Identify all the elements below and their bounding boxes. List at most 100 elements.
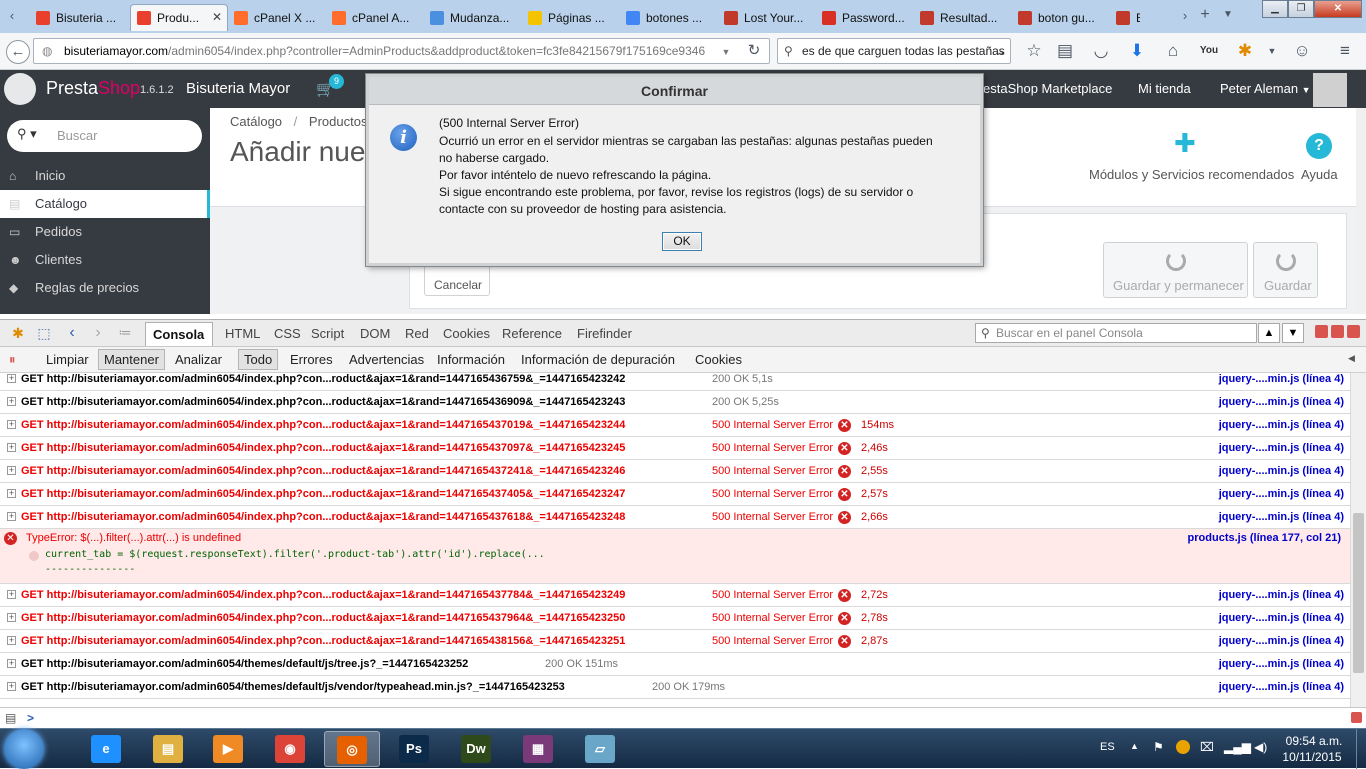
browser-tab[interactable]: Lost Your... [718, 4, 816, 31]
tab-close-icon[interactable]: ✕ [212, 10, 222, 24]
downloads-icon[interactable]: ⬇ [1127, 41, 1147, 61]
network-request-row[interactable]: + GET http://bisuteriamayor.com/admin6054… [0, 676, 1350, 699]
network-request-row[interactable]: + GET http://bisuteriamayor.com/admin6054… [0, 414, 1350, 437]
menu-icon[interactable]: ≡ [1335, 41, 1355, 61]
taskbar-app-button[interactable]: e [78, 731, 134, 767]
request-source-link[interactable]: jquery-....min.js (línea 4) [1219, 368, 1344, 390]
console-filter-button[interactable]: Cookies [695, 352, 742, 367]
reload-icon[interactable]: ↻ [744, 41, 764, 61]
firebug-close-button[interactable] [1347, 325, 1360, 338]
maximize-button[interactable]: ❐ [1288, 0, 1314, 18]
console-filter-button[interactable]: Errores [290, 352, 333, 367]
my-shop-link[interactable]: Mi tienda [1138, 81, 1191, 96]
back-arrow-icon[interactable]: ‹ [62, 323, 82, 343]
request-source-link[interactable]: jquery-....min.js (línea 4) [1219, 653, 1344, 675]
network-request-row[interactable]: + GET http://bisuteriamayor.com/admin6054… [0, 483, 1350, 506]
expand-icon[interactable]: + [7, 512, 16, 521]
error-count-icon[interactable] [1351, 712, 1362, 723]
console-filter-button[interactable]: Todo [238, 349, 279, 370]
browser-tab[interactable]: B [1110, 4, 1140, 31]
taskbar-app-button[interactable]: ◉ [262, 731, 318, 767]
browser-tab[interactable]: Resultad... [914, 4, 1012, 31]
console-filter-button[interactable]: Limpiar [46, 352, 89, 367]
clock-date[interactable]: 10/11/2015 [1278, 750, 1346, 764]
network-request-row[interactable]: + GET http://bisuteriamayor.com/admin6054… [0, 391, 1350, 414]
request-source-link[interactable]: jquery-....min.js (línea 4) [1219, 676, 1344, 698]
youtube-icon[interactable]: You [1199, 41, 1219, 61]
bookmarks-list-icon[interactable]: ▤ [1055, 41, 1075, 61]
search-down-button[interactable]: ▼ [1282, 323, 1304, 343]
network-request-row[interactable]: + GET http://bisuteriamayor.com/admin6054… [0, 607, 1350, 630]
firebug-dropdown-icon[interactable]: ▼ [1262, 41, 1282, 61]
sidebar-item[interactable]: ▤ Catálogo [0, 190, 210, 218]
expand-icon[interactable]: + [7, 374, 16, 383]
pocket-icon[interactable]: ◡ [1091, 41, 1111, 61]
console-filter-button[interactable]: Analizar [175, 352, 222, 367]
request-source-link[interactable]: jquery-....min.js (línea 4) [1219, 584, 1344, 606]
sidebar-item[interactable]: ☻ Clientes [0, 246, 210, 274]
browser-tab[interactable]: Mudanza... [424, 4, 522, 31]
taskbar-app-button[interactable]: ▶ [200, 731, 256, 767]
bookmark-star-icon[interactable]: ☆ [1024, 41, 1044, 61]
request-source-link[interactable]: jquery-....min.js (línea 4) [1219, 506, 1344, 528]
firebug-tab[interactable]: Reference [502, 326, 562, 341]
console-filter-button[interactable]: Información [437, 352, 505, 367]
sidebar-search[interactable]: ⚲ ▾ Buscar [7, 120, 202, 152]
browser-tab[interactable]: boton gu... [1012, 4, 1110, 31]
browser-tab[interactable]: botones ... [620, 4, 718, 31]
puzzle-icon[interactable]: ✚ [1174, 128, 1196, 159]
expand-icon[interactable]: + [7, 659, 16, 668]
firebug-detach-button[interactable] [1331, 325, 1344, 338]
marketplace-link[interactable]: estaShop Marketplace [983, 81, 1112, 96]
type-error-entry[interactable]: ✕ TypeError: $(...).filter(...).attr(...… [0, 529, 1350, 584]
show-desktop-button[interactable] [1356, 729, 1366, 769]
request-source-link[interactable]: jquery-....min.js (línea 4) [1219, 607, 1344, 629]
site-identity-icon[interactable]: ◍ [42, 39, 52, 63]
back-button[interactable]: ← [6, 40, 30, 64]
expand-icon[interactable]: + [7, 682, 16, 691]
taskbar-app-button[interactable]: ▱ [572, 731, 628, 767]
scrollbar-thumb[interactable] [1353, 513, 1364, 673]
network-request-row[interactable]: + GET http://bisuteriamayor.com/admin6054… [0, 368, 1350, 391]
breadcrumb-catalog[interactable]: Catálogo [230, 114, 282, 129]
network-request-row[interactable]: + GET http://bisuteriamayor.com/admin6054… [0, 584, 1350, 607]
request-source-link[interactable]: jquery-....min.js (línea 4) [1219, 630, 1344, 652]
sidebar-item[interactable]: ▭ Pedidos [0, 218, 210, 246]
help-icon[interactable]: ? [1306, 133, 1332, 159]
new-tab-icon[interactable]: + [1195, 5, 1215, 25]
close-window-button[interactable]: ✕ [1314, 0, 1362, 18]
network-request-row[interactable]: + GET http://bisuteriamayor.com/admin6054… [0, 460, 1350, 483]
shop-name[interactable]: Bisuteria Mayor [186, 80, 290, 97]
browser-tab[interactable]: Password... [816, 4, 914, 31]
command-editor-icon[interactable]: ≔ [115, 323, 135, 343]
breadcrumb-products[interactable]: Productos [309, 114, 368, 129]
search-up-button[interactable]: ▲ [1258, 323, 1280, 343]
sidebar-item[interactable]: ◆ Reglas de precios [0, 274, 210, 302]
taskbar-app-button[interactable]: Ps [386, 731, 442, 767]
inspect-icon[interactable]: ⬚ [34, 323, 54, 343]
taskbar-app-button[interactable]: ▦ [510, 731, 566, 767]
expand-icon[interactable]: + [7, 397, 16, 406]
search-icon[interactable]: ⚲ ▾ [17, 126, 37, 142]
expand-icon[interactable]: + [7, 590, 16, 599]
firebug-tab[interactable]: CSS [274, 326, 301, 341]
browser-tab[interactable]: cPanel X ... [228, 4, 326, 31]
language-indicator[interactable]: ES [1100, 741, 1115, 753]
network-request-row[interactable]: + GET http://bisuteriamayor.com/admin6054… [0, 630, 1350, 653]
clock-time[interactable]: 09:54 a.m. [1282, 734, 1346, 748]
firebug-tab[interactable]: Cookies [443, 326, 490, 341]
expand-icon[interactable]: + [7, 466, 16, 475]
firebug-tab[interactable]: DOM [360, 326, 390, 341]
forward-arrow-icon[interactable]: › [88, 323, 108, 343]
url-dropdown-icon[interactable]: ▼ [716, 42, 736, 62]
expand-icon[interactable]: + [7, 420, 16, 429]
scroll-toggle-icon[interactable]: ◀ [1348, 353, 1355, 364]
prestashop-brand[interactable]: PrestaShop [46, 78, 140, 99]
firebug-search-input[interactable]: ⚲ Buscar en el panel Consola [975, 323, 1257, 343]
user-menu[interactable]: Peter Aleman ▼ [1220, 81, 1311, 96]
tab-list-icon[interactable]: ▼ [1218, 5, 1238, 25]
firebug-tab[interactable]: Firefinder [577, 326, 632, 341]
expand-icon[interactable]: + [7, 489, 16, 498]
taskbar-app-button[interactable]: Dw [448, 731, 504, 767]
command-line[interactable]: ▤ > [0, 707, 1366, 728]
